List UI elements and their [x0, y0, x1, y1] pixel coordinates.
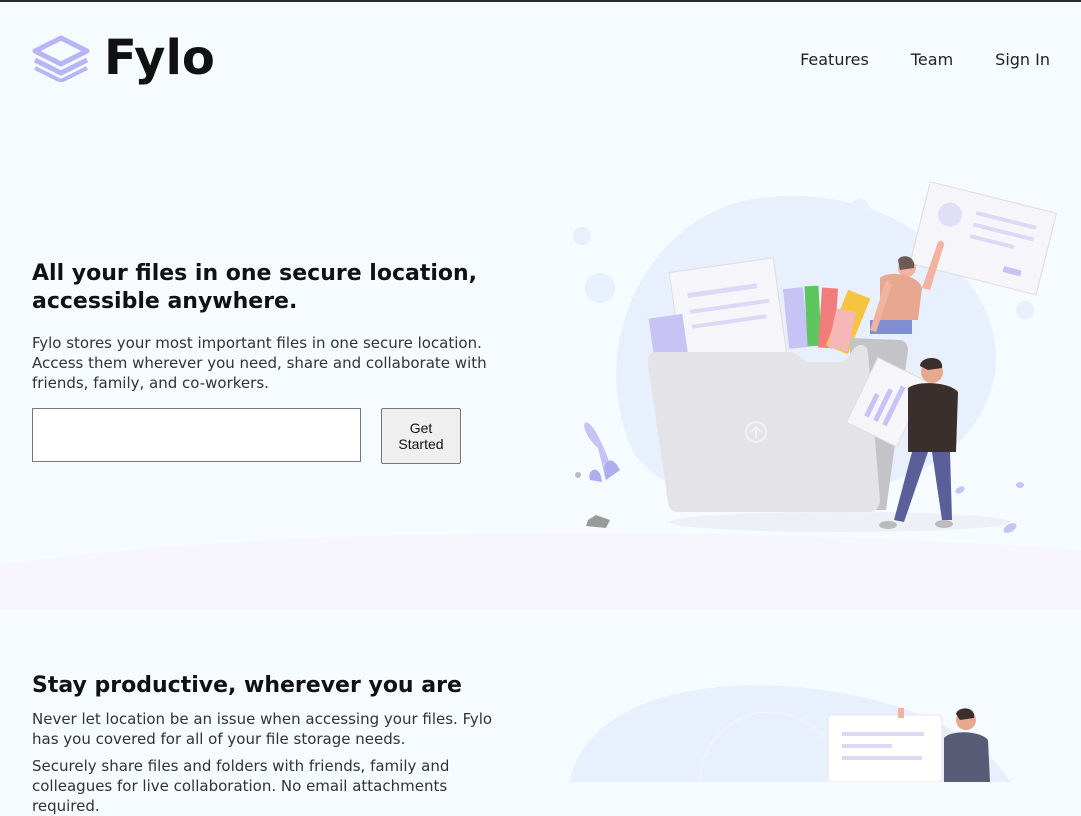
- nav-item-sign-in[interactable]: Sign In: [995, 50, 1050, 69]
- brand-name: Fylo: [104, 30, 215, 86]
- files-folder-illustration: [573, 181, 1058, 533]
- email-input[interactable]: [32, 408, 361, 462]
- hero-description: Fylo stores your most important files in…: [32, 334, 487, 392]
- get-started-button[interactable]: Get Started: [381, 408, 461, 464]
- site-header: Fylo Features Team Sign In: [0, 0, 1081, 110]
- main-nav: Features Team Sign In: [758, 50, 1050, 69]
- section-title-productive: Stay productive, wherever you are: [32, 673, 462, 698]
- person-with-document-illustration: [570, 685, 1010, 782]
- section-description-2: Securely share files and folders with fr…: [32, 757, 450, 815]
- logo[interactable]: Fylo: [32, 30, 215, 86]
- hero-title: All your files in one secure location, a…: [32, 261, 478, 314]
- nav-item-features[interactable]: Features: [800, 50, 869, 69]
- nav-item-team[interactable]: Team: [911, 50, 953, 69]
- layers-logo-icon: [32, 35, 90, 82]
- section-description-1: Never let location be an issue when acce…: [32, 710, 493, 748]
